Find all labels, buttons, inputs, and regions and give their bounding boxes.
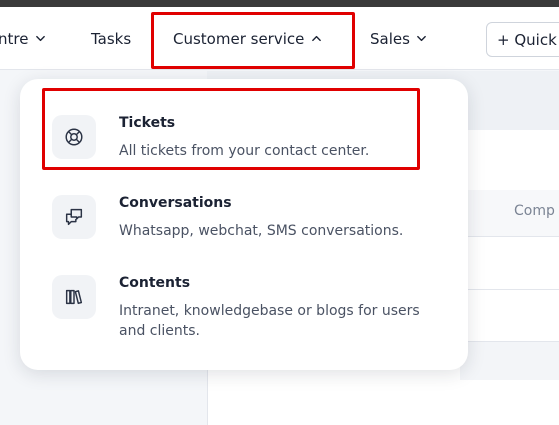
nav-item-label: Tasks: [91, 29, 132, 48]
menu-item-tickets[interactable]: Tickets All tickets from your contact ce…: [52, 115, 452, 175]
lifebuoy-icon: [52, 115, 96, 159]
table-column-header[interactable]: Comp: [514, 203, 555, 219]
table-row-divider: [460, 289, 559, 290]
window-top-strip: [0, 0, 559, 7]
top-navbar: ntre Tasks Customer service Sales: [0, 7, 559, 70]
menu-item-description: All tickets from your contact center.: [119, 143, 370, 159]
menu-item-title: Contents: [119, 275, 191, 291]
menu-item-conversations[interactable]: Conversations Whatsapp, webchat, SMS con…: [52, 195, 452, 255]
nav-item-label: ntre: [0, 29, 29, 48]
customer-service-dropdown: Tickets All tickets from your contact ce…: [20, 79, 468, 370]
menu-item-title: Conversations: [119, 195, 232, 211]
nav-item-centre[interactable]: ntre: [0, 7, 46, 70]
menu-item-description: Intranet, knowledgebase or blogs for use…: [119, 303, 420, 339]
nav-item-customer-service[interactable]: Customer service: [173, 7, 322, 70]
nav-item-label: Sales: [370, 29, 410, 48]
nav-item-label: Customer service: [173, 29, 305, 48]
chevron-up-icon: [310, 33, 322, 45]
table-footer-band: [460, 342, 559, 380]
chat-bubbles-icon: [52, 195, 96, 239]
menu-item-title: Tickets: [119, 115, 176, 131]
nav-item-sales[interactable]: Sales: [370, 7, 428, 70]
nav-item-tasks[interactable]: Tasks: [91, 7, 131, 70]
quick-add-button[interactable]: + Quick a: [486, 22, 559, 57]
chevron-down-icon: [34, 33, 46, 45]
menu-item-description: Whatsapp, webchat, SMS conversations.: [119, 223, 404, 239]
table-row-divider: [460, 236, 559, 237]
books-icon: [52, 275, 96, 319]
menu-item-contents[interactable]: Contents Intranet, knowledgebase or blog…: [52, 275, 452, 339]
chevron-down-icon: [416, 33, 428, 45]
